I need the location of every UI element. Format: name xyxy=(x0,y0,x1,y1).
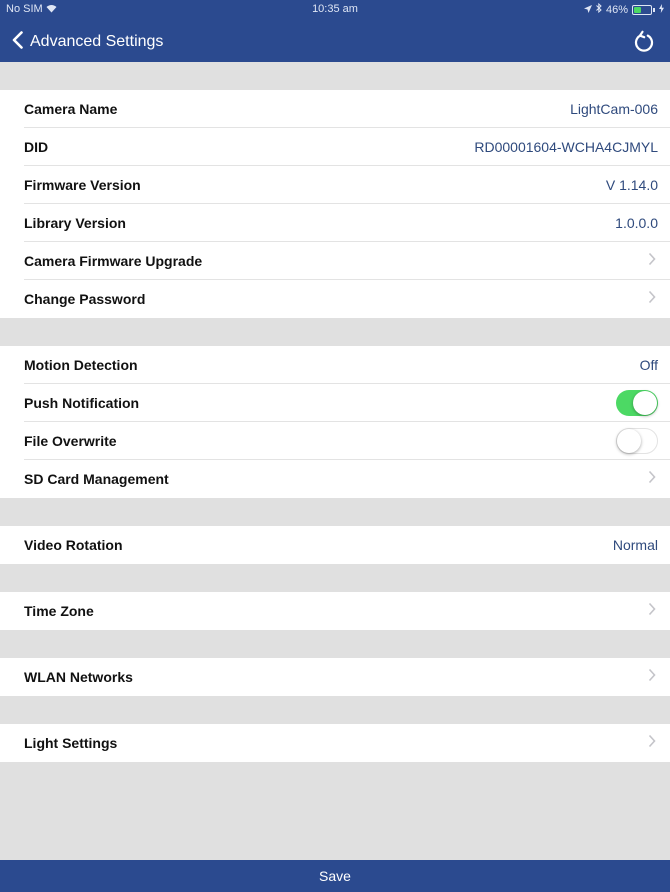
back-button[interactable]: Advanced Settings xyxy=(12,28,163,56)
section-gap xyxy=(0,696,670,724)
did-value: RD00001604-WCHA4CJMYL xyxy=(474,139,658,155)
wlan-networks-label: WLAN Networks xyxy=(24,669,133,685)
clock: 10:35 am xyxy=(312,3,358,15)
firmware-upgrade-row[interactable]: Camera Firmware Upgrade xyxy=(0,242,670,280)
save-label: Save xyxy=(319,868,351,884)
chevron-left-icon xyxy=(12,30,30,54)
file-overwrite-row: File Overwrite xyxy=(0,422,670,460)
firmware-version-value: V 1.14.0 xyxy=(605,177,658,193)
camera-name-row[interactable]: Camera Name LightCam-006 xyxy=(0,90,670,128)
firmware-version-row: Firmware Version V 1.14.0 xyxy=(0,166,670,204)
chevron-right-icon xyxy=(648,252,658,271)
video-rotation-label: Video Rotation xyxy=(24,537,123,553)
chevron-right-icon xyxy=(648,734,658,753)
section-gap xyxy=(0,318,670,346)
did-label: DID xyxy=(24,139,49,155)
save-button[interactable]: Save xyxy=(0,860,670,892)
motion-detection-label: Motion Detection xyxy=(24,357,138,373)
chevron-right-icon xyxy=(648,290,658,309)
section-gap xyxy=(0,62,670,90)
did-row: DID RD00001604-WCHA4CJMYL xyxy=(0,128,670,166)
change-password-row[interactable]: Change Password xyxy=(0,280,670,318)
nav-bar: No SIM 10:35 am 46% Advanced Settings xyxy=(0,0,670,62)
charging-icon xyxy=(659,3,664,16)
settings-list: Camera Name LightCam-006 DID RD00001604-… xyxy=(0,62,670,762)
motion-detection-value: Off xyxy=(639,357,658,373)
battery-status: 46% xyxy=(583,2,664,16)
change-password-label: Change Password xyxy=(24,291,146,307)
file-overwrite-label: File Overwrite xyxy=(24,433,117,449)
push-notification-toggle[interactable] xyxy=(616,390,658,416)
section-gap xyxy=(0,564,670,592)
firmware-version-label: Firmware Version xyxy=(24,177,141,193)
sd-card-row[interactable]: SD Card Management xyxy=(0,460,670,498)
video-rotation-value: Normal xyxy=(612,537,658,553)
push-notification-row: Push Notification xyxy=(0,384,670,422)
page-title: Advanced Settings xyxy=(30,33,164,50)
toggle-knob xyxy=(617,429,641,453)
time-zone-label: Time Zone xyxy=(24,603,94,619)
section-gap xyxy=(0,498,670,526)
motion-detection-row[interactable]: Motion Detection Off xyxy=(0,346,670,384)
camera-name-label: Camera Name xyxy=(24,101,118,117)
file-overwrite-toggle[interactable] xyxy=(616,428,658,454)
light-settings-row[interactable]: Light Settings xyxy=(0,724,670,762)
battery-icon xyxy=(632,4,655,16)
wlan-networks-row[interactable]: WLAN Networks xyxy=(0,658,670,696)
bluetooth-icon xyxy=(596,2,602,16)
location-icon xyxy=(583,4,592,16)
toggle-knob xyxy=(633,391,657,415)
push-notification-label: Push Notification xyxy=(24,395,140,411)
library-version-label: Library Version xyxy=(24,215,126,231)
library-version-value: 1.0.0.0 xyxy=(615,215,658,231)
chevron-right-icon xyxy=(648,668,658,687)
chevron-right-icon xyxy=(648,470,658,489)
battery-percent: 46% xyxy=(605,3,628,16)
firmware-upgrade-label: Camera Firmware Upgrade xyxy=(24,253,203,269)
video-rotation-row[interactable]: Video Rotation Normal xyxy=(0,526,670,564)
sd-card-label: SD Card Management xyxy=(24,471,169,487)
chevron-right-icon xyxy=(648,602,658,621)
refresh-icon xyxy=(632,30,656,58)
refresh-button[interactable] xyxy=(632,30,656,54)
library-version-row: Library Version 1.0.0.0 xyxy=(0,204,670,242)
light-settings-label: Light Settings xyxy=(24,735,118,751)
status-bar: No SIM 10:35 am 46% xyxy=(0,0,670,18)
camera-name-value: LightCam-006 xyxy=(570,101,658,117)
time-zone-row[interactable]: Time Zone xyxy=(0,592,670,630)
section-gap xyxy=(0,630,670,658)
